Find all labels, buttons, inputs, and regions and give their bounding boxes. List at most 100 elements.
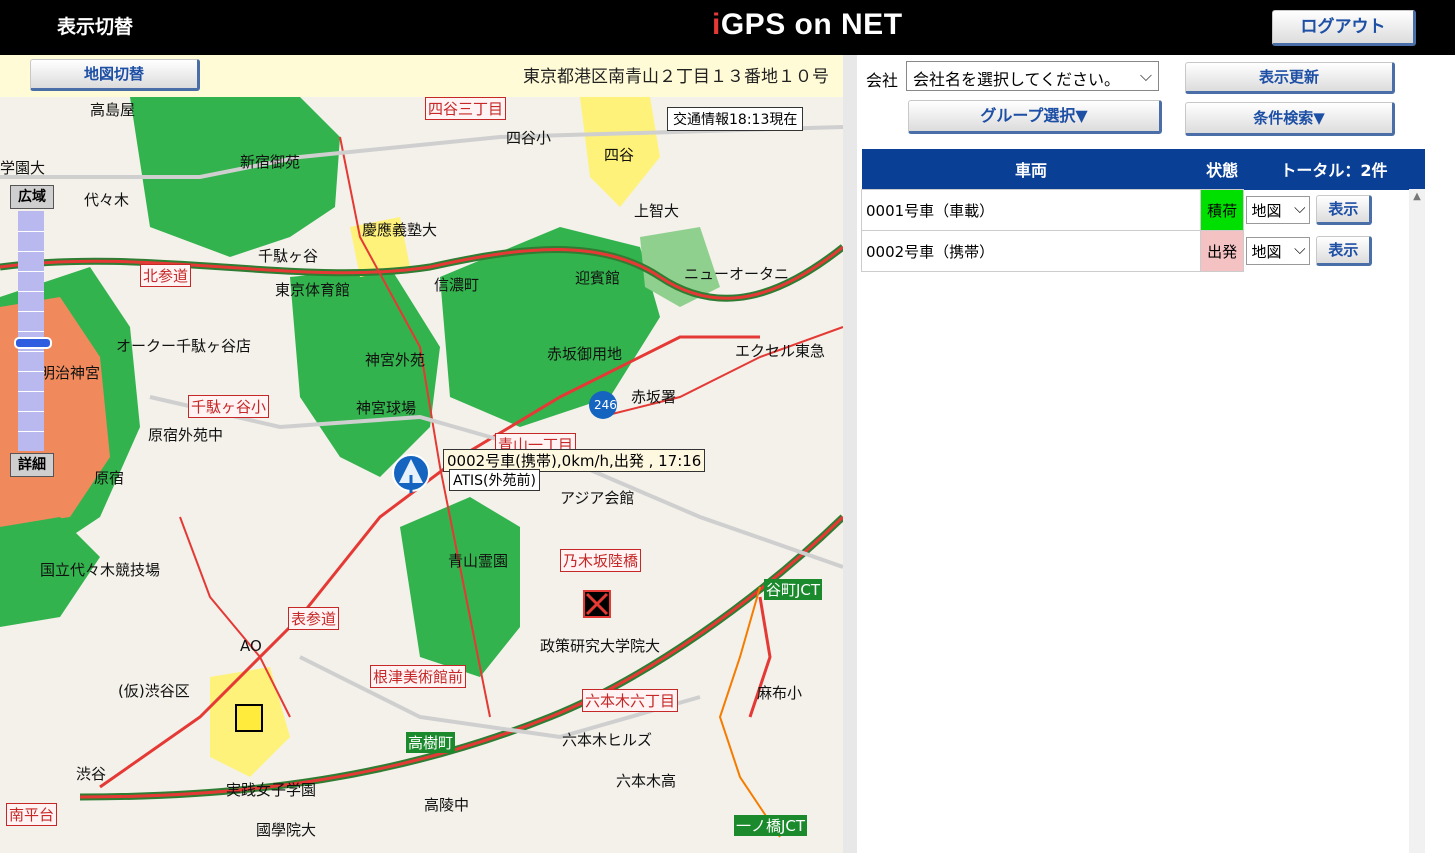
- map-label: 実践女子学園: [226, 781, 317, 799]
- traffic-info-label: 交通情報18:13現在: [667, 107, 804, 131]
- chevron-down-icon: ⌵: [1294, 240, 1306, 258]
- table-row[interactable]: 0001号車（車載） 積荷 地図 ⌵ 表示: [861, 189, 1425, 231]
- map-label: 高島屋: [90, 101, 136, 119]
- logout-button[interactable]: ログアウト: [1272, 10, 1416, 46]
- zoom-slider-thumb[interactable]: [14, 337, 52, 349]
- map-label: 原宿: [94, 469, 125, 487]
- map-label: 北参道: [140, 264, 192, 287]
- map-label: 南平台: [6, 803, 58, 826]
- map-label: 國學院大: [256, 821, 317, 839]
- route-number-label: 246: [594, 398, 617, 412]
- map-type-select[interactable]: 地図 ⌵: [1246, 196, 1311, 224]
- park-aoyama-reien: [400, 497, 520, 677]
- map-label: アジア会館: [560, 489, 635, 507]
- map-header: 地図切替 東京都港区南青山２丁目１３番地１０号: [0, 55, 843, 97]
- show-button[interactable]: 表示: [1316, 195, 1373, 225]
- company-select-value: 会社名を選択してください。: [913, 70, 1121, 89]
- map-label: 四谷小: [506, 129, 552, 147]
- status-badge: 積荷: [1199, 189, 1245, 231]
- group-select-button[interactable]: グループ選択▼: [908, 100, 1162, 134]
- vehicle-table: 車両 状態 トータル：2件 0001号車（車載） 積荷 地図 ⌵ 表示 0002…: [861, 149, 1425, 272]
- road-minor-1: [0, 125, 843, 179]
- logo-i-mark: i: [712, 8, 721, 41]
- zoom-slider[interactable]: [18, 211, 44, 451]
- map-label: 六本木六丁目: [582, 689, 679, 712]
- logo-text: GPS on NET: [720, 8, 903, 41]
- map-label: 渋谷: [76, 765, 107, 783]
- map-label: 高樹町: [406, 732, 456, 753]
- table-scrollbar[interactable]: ▲: [1409, 189, 1425, 853]
- row-actions: 地図 ⌵ 表示: [1244, 190, 1425, 231]
- map-label: 代々木: [84, 191, 130, 209]
- column-total: トータル：2件: [1243, 149, 1425, 190]
- row-actions: 地図 ⌵ 表示: [1244, 231, 1425, 272]
- display-toggle-link[interactable]: 表示切替: [57, 12, 133, 39]
- panel-divider: [843, 55, 857, 853]
- map-label: 一ノ橋JCT: [734, 815, 808, 836]
- vehicle-marker-icon[interactable]: [391, 453, 433, 495]
- map-label: ニューオータニ: [684, 265, 790, 283]
- construction-icon: [235, 704, 263, 732]
- app-logo: iGPS on NET: [712, 8, 903, 42]
- column-status[interactable]: 状態: [1200, 149, 1244, 190]
- map-label: 慶應義塾大: [362, 221, 438, 239]
- map-label: 原宿外苑中: [148, 426, 224, 444]
- map-label: 学園大: [0, 159, 46, 177]
- map-label: 国立代々木競技場: [40, 561, 161, 579]
- map-label: 表参道: [288, 607, 340, 630]
- map-label: 政策研究大学院大: [540, 637, 661, 655]
- map-switch-button[interactable]: 地図切替: [30, 59, 200, 91]
- map-label: 赤坂御用地: [547, 345, 623, 363]
- map-label: 高陵中: [424, 796, 470, 814]
- map-label: 神宮球場: [356, 399, 417, 417]
- map-label: 六本木ヒルズ: [562, 731, 653, 749]
- table-row[interactable]: 0002号車（携帯） 出発 地図 ⌵ 表示: [861, 230, 1425, 272]
- zoom-detail-button[interactable]: 詳細: [10, 453, 54, 477]
- show-button[interactable]: 表示: [1316, 236, 1373, 266]
- map-label: 六本木高: [616, 772, 677, 790]
- company-label: 会社: [866, 71, 899, 90]
- map-label: エクセル東急: [735, 342, 826, 360]
- map-label: 青山霊園: [448, 552, 509, 570]
- vehicle-name[interactable]: 0001号車（車載）: [861, 189, 1201, 231]
- zoom-control: 広域 詳細: [8, 185, 54, 477]
- map-label: 赤坂署: [631, 388, 677, 406]
- refresh-button[interactable]: 表示更新: [1185, 62, 1395, 94]
- map-type-value: 地図: [1251, 202, 1282, 220]
- map-label: オークー千駄ヶ谷店: [116, 337, 252, 355]
- map-label: 根津美術館前: [370, 665, 467, 688]
- map-type-select[interactable]: 地図 ⌵: [1246, 237, 1311, 265]
- condition-search-button[interactable]: 条件検索▼: [1185, 102, 1395, 136]
- map-label: 新宿御苑: [240, 153, 301, 171]
- map-label: 迎賓館: [575, 269, 621, 287]
- map-label: AO: [240, 637, 262, 655]
- column-vehicle[interactable]: 車両: [861, 149, 1201, 190]
- map-label: 四谷三丁目: [425, 97, 507, 120]
- map-label: 乃木坂陸橋: [560, 549, 642, 572]
- vehicle-name[interactable]: 0002号車（携帯）: [861, 230, 1201, 272]
- road-orange: [718, 586, 781, 838]
- map-panel: 地図切替 東京都港区南青山２丁目１３番地１０号 高島屋 四谷三丁目 四谷 四谷小…: [0, 55, 843, 853]
- map-type-value: 地図: [1251, 243, 1282, 261]
- map-label: 麻布小: [757, 684, 803, 702]
- map-label: 上智大: [634, 202, 680, 220]
- chevron-down-icon: ⌵: [1294, 199, 1306, 217]
- map-label: 神宮外苑: [365, 351, 426, 369]
- top-bar: 表示切替 iGPS on NET ログアウト: [0, 0, 1455, 55]
- map-label: (仮)渋谷区: [118, 682, 190, 700]
- map-label: 谷町JCT: [764, 579, 823, 600]
- map-label: 四谷: [604, 146, 635, 164]
- company-select[interactable]: 会社名を選択してください。 ⌵: [906, 61, 1159, 91]
- map-label: 千駄ヶ谷: [258, 247, 319, 265]
- chevron-down-icon: ⌵: [1139, 66, 1152, 85]
- current-address: 東京都港区南青山２丁目１３番地１０号: [523, 67, 829, 87]
- vehicle-panel: 会社 会社名を選択してください。 ⌵ 表示更新 グループ選択▼ 条件検索▼ 車両…: [843, 55, 1455, 853]
- scroll-up-icon[interactable]: ▲: [1409, 189, 1425, 205]
- zoom-wide-button[interactable]: 広域: [10, 185, 54, 209]
- status-badge: 出発: [1199, 230, 1245, 272]
- map-label: 千駄ヶ谷小: [188, 395, 270, 418]
- map-label: 東京体育館: [275, 281, 351, 299]
- map-canvas[interactable]: 高島屋 四谷三丁目 四谷 四谷小 新宿御苑 学園大 代々木 慶應義塾大 上智大 …: [0, 97, 843, 853]
- map-label: 信濃町: [434, 276, 480, 294]
- station-label: ATIS(外苑前): [449, 469, 540, 491]
